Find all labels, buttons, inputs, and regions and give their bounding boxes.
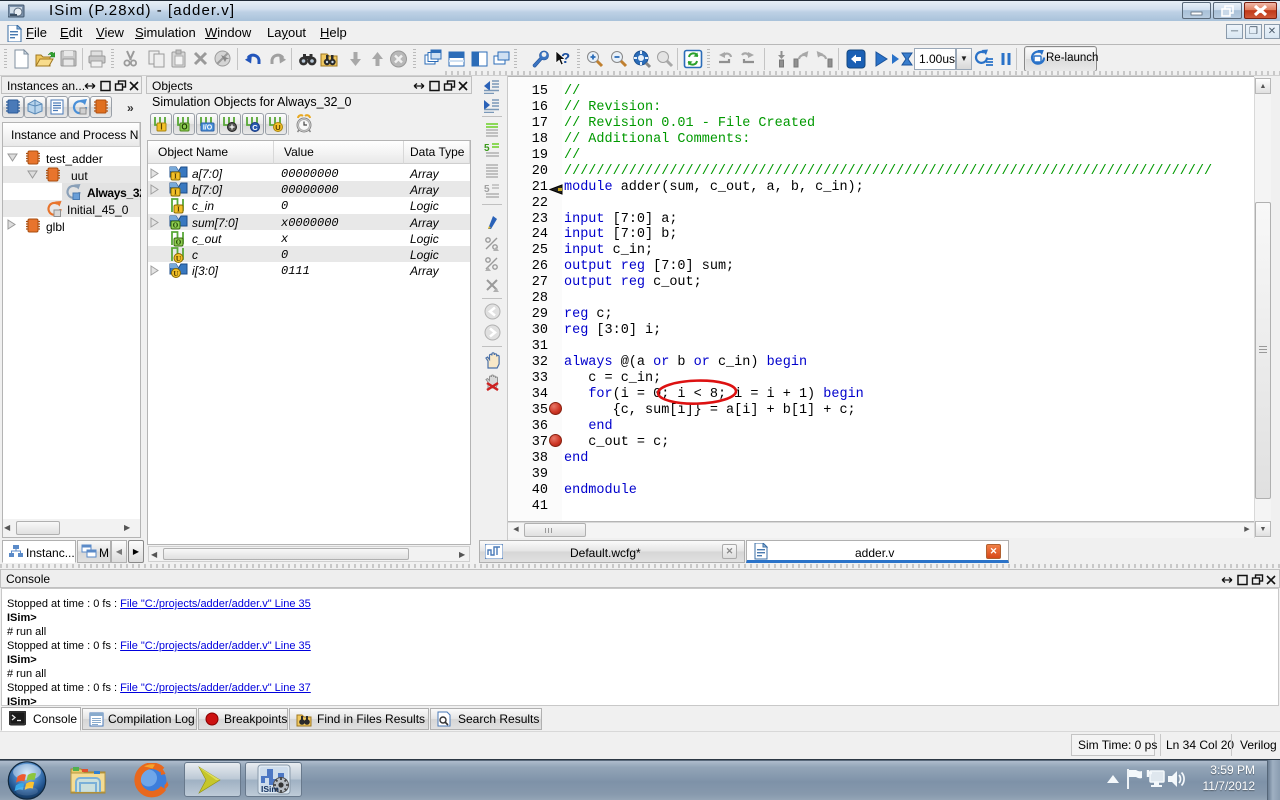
svg-text:ISim: ISim — [261, 784, 279, 794]
svg-text:I/O: I/O — [203, 125, 213, 132]
svg-text:I: I — [177, 205, 180, 214]
svg-text:I: I — [160, 123, 162, 132]
svg-text:U: U — [275, 123, 280, 132]
svg-text:O: O — [181, 123, 187, 132]
svg-text:C: C — [252, 123, 258, 132]
svg-text:U: U — [173, 269, 179, 278]
svg-text:I: I — [174, 172, 177, 181]
svg-text:U: U — [176, 254, 182, 263]
